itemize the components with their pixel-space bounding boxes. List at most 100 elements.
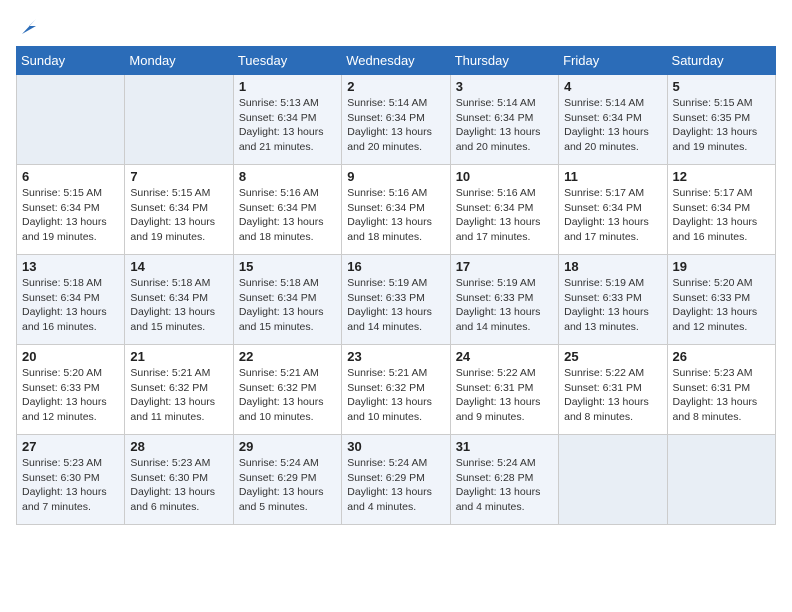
day-number: 2 <box>347 79 444 94</box>
day-number: 29 <box>239 439 336 454</box>
calendar-cell: 29 Sunrise: 5:24 AMSunset: 6:29 PMDayligh… <box>233 435 341 525</box>
day-number: 26 <box>673 349 770 364</box>
calendar-cell: 25 Sunrise: 5:22 AMSunset: 6:31 PMDayligh… <box>559 345 667 435</box>
day-number: 12 <box>673 169 770 184</box>
day-info: Sunrise: 5:17 AMSunset: 6:34 PMDaylight:… <box>564 186 661 245</box>
day-number: 6 <box>22 169 119 184</box>
day-number: 7 <box>130 169 227 184</box>
calendar-cell <box>559 435 667 525</box>
calendar-cell: 5Sunrise: 5:15 AMSunset: 6:35 PMDaylight… <box>667 75 775 165</box>
calendar-week-row: 1 Sunrise: 5:13 AMSunset: 6:34 PMDaylight… <box>17 75 776 165</box>
logo-icon <box>18 16 40 38</box>
day-number: 31 <box>456 439 553 454</box>
calendar-header-tuesday: Tuesday <box>233 47 341 75</box>
day-info: Sunrise: 5:14 AMSunset: 6:34 PMDaylight:… <box>456 96 553 155</box>
day-info: Sunrise: 5:15 AMSunset: 6:34 PMDaylight:… <box>22 186 119 245</box>
day-info: Sunrise: 5:14 AMSunset: 6:34 PMDaylight:… <box>347 96 444 155</box>
day-info: Sunrise: 5:19 AMSunset: 6:33 PMDaylight:… <box>456 276 553 335</box>
day-info: Sunrise: 5:16 AMSunset: 6:34 PMDaylight:… <box>347 186 444 245</box>
calendar-header-row: SundayMondayTuesdayWednesdayThursdayFrid… <box>17 47 776 75</box>
calendar-cell: 1 Sunrise: 5:13 AMSunset: 6:34 PMDaylight… <box>233 75 341 165</box>
day-number: 21 <box>130 349 227 364</box>
day-number: 20 <box>22 349 119 364</box>
calendar-cell: 6 Sunrise: 5:15 AMSunset: 6:34 PMDaylight… <box>17 165 125 255</box>
day-number: 13 <box>22 259 119 274</box>
calendar-cell: 19 Sunrise: 5:20 AMSunset: 6:33 PMDayligh… <box>667 255 775 345</box>
day-info: Sunrise: 5:17 AMSunset: 6:34 PMDaylight:… <box>673 186 770 245</box>
calendar-cell: 9 Sunrise: 5:16 AMSunset: 6:34 PMDaylight… <box>342 165 450 255</box>
day-number: 28 <box>130 439 227 454</box>
day-number: 19 <box>673 259 770 274</box>
day-info: Sunrise: 5:24 AMSunset: 6:28 PMDaylight:… <box>456 456 553 515</box>
calendar-cell: 22 Sunrise: 5:21 AMSunset: 6:32 PMDayligh… <box>233 345 341 435</box>
calendar-cell: 7Sunrise: 5:15 AMSunset: 6:34 PMDaylight… <box>125 165 233 255</box>
day-info: Sunrise: 5:24 AMSunset: 6:29 PMDaylight:… <box>239 456 336 515</box>
calendar-cell: 31 Sunrise: 5:24 AMSunset: 6:28 PMDayligh… <box>450 435 558 525</box>
day-number: 11 <box>564 169 661 184</box>
calendar-header-wednesday: Wednesday <box>342 47 450 75</box>
calendar-cell <box>125 75 233 165</box>
day-info: Sunrise: 5:21 AMSunset: 6:32 PMDaylight:… <box>347 366 444 425</box>
day-number: 1 <box>239 79 336 94</box>
day-info: Sunrise: 5:13 AMSunset: 6:34 PMDaylight:… <box>239 96 336 155</box>
header <box>16 16 776 34</box>
day-number: 8 <box>239 169 336 184</box>
calendar-cell: 20Sunrise: 5:20 AMSunset: 6:33 PMDayligh… <box>17 345 125 435</box>
day-number: 4 <box>564 79 661 94</box>
day-info: Sunrise: 5:22 AMSunset: 6:31 PMDaylight:… <box>456 366 553 425</box>
calendar-cell: 13 Sunrise: 5:18 AMSunset: 6:34 PMDayligh… <box>17 255 125 345</box>
calendar-cell: 14Sunrise: 5:18 AMSunset: 6:34 PMDayligh… <box>125 255 233 345</box>
day-number: 10 <box>456 169 553 184</box>
calendar-cell: 16 Sunrise: 5:19 AMSunset: 6:33 PMDayligh… <box>342 255 450 345</box>
calendar-header-friday: Friday <box>559 47 667 75</box>
day-info: Sunrise: 5:14 AMSunset: 6:34 PMDaylight:… <box>564 96 661 155</box>
day-number: 22 <box>239 349 336 364</box>
day-info: Sunrise: 5:16 AMSunset: 6:34 PMDaylight:… <box>239 186 336 245</box>
day-info: Sunrise: 5:20 AMSunset: 6:33 PMDaylight:… <box>673 276 770 335</box>
day-number: 17 <box>456 259 553 274</box>
calendar-cell: 3 Sunrise: 5:14 AMSunset: 6:34 PMDaylight… <box>450 75 558 165</box>
day-number: 9 <box>347 169 444 184</box>
day-number: 16 <box>347 259 444 274</box>
calendar-cell: 15 Sunrise: 5:18 AMSunset: 6:34 PMDayligh… <box>233 255 341 345</box>
day-number: 27 <box>22 439 119 454</box>
logo <box>16 16 40 34</box>
day-info: Sunrise: 5:18 AMSunset: 6:34 PMDaylight:… <box>22 276 119 335</box>
day-number: 3 <box>456 79 553 94</box>
calendar-cell: 2 Sunrise: 5:14 AMSunset: 6:34 PMDaylight… <box>342 75 450 165</box>
day-number: 15 <box>239 259 336 274</box>
day-number: 25 <box>564 349 661 364</box>
day-info: Sunrise: 5:16 AMSunset: 6:34 PMDaylight:… <box>456 186 553 245</box>
day-info: Sunrise: 5:18 AMSunset: 6:34 PMDaylight:… <box>239 276 336 335</box>
calendar-cell <box>17 75 125 165</box>
calendar-cell <box>667 435 775 525</box>
calendar-week-row: 6 Sunrise: 5:15 AMSunset: 6:34 PMDaylight… <box>17 165 776 255</box>
day-info: Sunrise: 5:18 AMSunset: 6:34 PMDaylight:… <box>130 276 227 335</box>
calendar-cell: 28Sunrise: 5:23 AMSunset: 6:30 PMDayligh… <box>125 435 233 525</box>
day-number: 5 <box>673 79 770 94</box>
day-info: Sunrise: 5:19 AMSunset: 6:33 PMDaylight:… <box>347 276 444 335</box>
calendar-cell: 27Sunrise: 5:23 AMSunset: 6:30 PMDayligh… <box>17 435 125 525</box>
calendar-week-row: 13 Sunrise: 5:18 AMSunset: 6:34 PMDayligh… <box>17 255 776 345</box>
calendar-cell: 18Sunrise: 5:19 AMSunset: 6:33 PMDayligh… <box>559 255 667 345</box>
day-number: 18 <box>564 259 661 274</box>
calendar-cell: 10 Sunrise: 5:16 AMSunset: 6:34 PMDayligh… <box>450 165 558 255</box>
calendar-cell: 8 Sunrise: 5:16 AMSunset: 6:34 PMDaylight… <box>233 165 341 255</box>
calendar-week-row: 20Sunrise: 5:20 AMSunset: 6:33 PMDayligh… <box>17 345 776 435</box>
day-info: Sunrise: 5:23 AMSunset: 6:31 PMDaylight:… <box>673 366 770 425</box>
day-number: 30 <box>347 439 444 454</box>
calendar-cell: 12 Sunrise: 5:17 AMSunset: 6:34 PMDayligh… <box>667 165 775 255</box>
calendar-header-sunday: Sunday <box>17 47 125 75</box>
calendar-table: SundayMondayTuesdayWednesdayThursdayFrid… <box>16 46 776 525</box>
calendar-cell: 21Sunrise: 5:21 AMSunset: 6:32 PMDayligh… <box>125 345 233 435</box>
calendar-cell: 23Sunrise: 5:21 AMSunset: 6:32 PMDayligh… <box>342 345 450 435</box>
calendar-header-saturday: Saturday <box>667 47 775 75</box>
calendar-cell: 17 Sunrise: 5:19 AMSunset: 6:33 PMDayligh… <box>450 255 558 345</box>
day-info: Sunrise: 5:22 AMSunset: 6:31 PMDaylight:… <box>564 366 661 425</box>
day-info: Sunrise: 5:24 AMSunset: 6:29 PMDaylight:… <box>347 456 444 515</box>
calendar-header-monday: Monday <box>125 47 233 75</box>
calendar-cell: 26 Sunrise: 5:23 AMSunset: 6:31 PMDayligh… <box>667 345 775 435</box>
calendar-header-thursday: Thursday <box>450 47 558 75</box>
calendar-cell: 11 Sunrise: 5:17 AMSunset: 6:34 PMDayligh… <box>559 165 667 255</box>
day-info: Sunrise: 5:21 AMSunset: 6:32 PMDaylight:… <box>239 366 336 425</box>
